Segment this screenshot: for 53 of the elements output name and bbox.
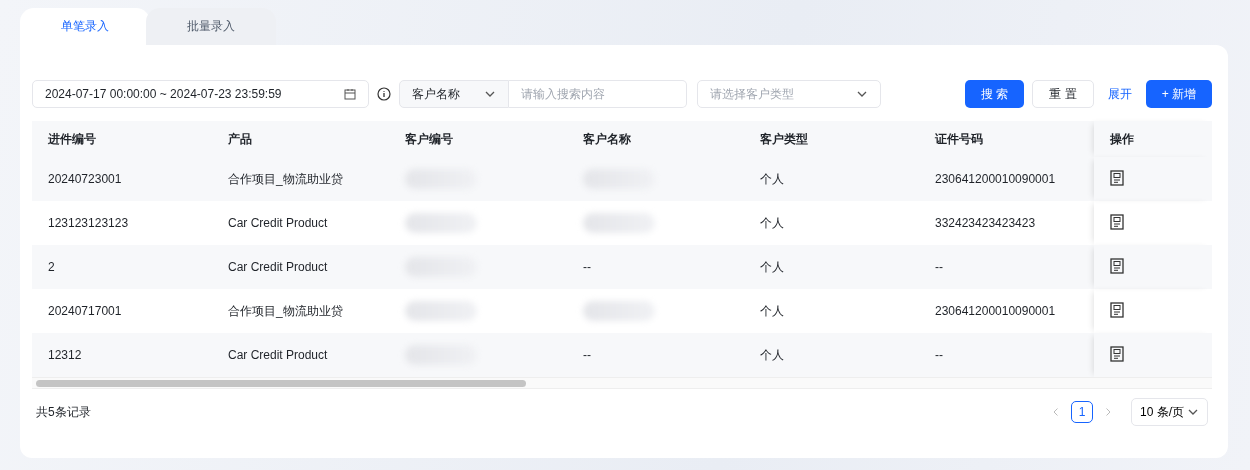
scrollbar-thumb[interactable] (36, 379, 526, 387)
table-cell: Car Credit Product (228, 260, 328, 274)
record-count: 共5条记录 (36, 403, 91, 421)
table-cell: 个人 (760, 259, 784, 274)
table-cell: -- (583, 348, 591, 362)
column-header: 客户名称 (583, 131, 631, 146)
table-cell: 12312 (48, 348, 82, 362)
table-cell: 20240723001 (48, 172, 122, 186)
column-header: 客户编号 (405, 131, 453, 146)
info-icon[interactable] (377, 87, 391, 101)
column-header: 进件编号 (48, 131, 96, 146)
column-header: 产品 (228, 131, 252, 146)
table-cell: 123123123123 (48, 216, 129, 230)
redacted-block (405, 301, 477, 321)
table-cell: 个人 (760, 215, 784, 230)
table-cell: 2 (48, 260, 55, 274)
column-header: 客户类型 (760, 131, 808, 146)
reset-button[interactable]: 重 置 (1032, 80, 1094, 108)
redacted-block (583, 301, 655, 321)
table-cell: 合作项目_物流助业贷 (228, 303, 343, 318)
redacted-block (583, 213, 655, 233)
column-header: 操作 (1110, 131, 1134, 146)
document-icon[interactable] (1110, 213, 1124, 230)
table-cell: 20240717001 (48, 304, 122, 318)
search-field[interactable]: 请输入搜索内容 (509, 80, 687, 108)
page-size-select[interactable]: 10 条/页 (1131, 398, 1208, 426)
expand-link[interactable]: 展开 (1101, 85, 1138, 103)
table-cell: 230641200010090001 (935, 172, 1056, 186)
page-button[interactable]: 1 (1071, 401, 1093, 423)
table-cell: Car Credit Product (228, 348, 328, 362)
search-button[interactable]: 搜 索 (964, 80, 1025, 108)
table-cell: -- (935, 348, 943, 362)
table-cell: -- (583, 260, 591, 274)
document-icon[interactable] (1110, 257, 1124, 274)
tab[interactable]: 单笔录入 (20, 8, 150, 45)
table-cell: 合作项目_物流助业贷 (228, 171, 343, 186)
column-header: 证件号码 (935, 131, 983, 146)
table-cell: 230641200010090001 (935, 304, 1056, 318)
date-range-field[interactable]: 2024-07-17 00:00:00 ~ 2024-07-23 23:59:59 (32, 80, 369, 108)
document-icon[interactable] (1110, 301, 1124, 318)
calendar-icon (344, 88, 356, 100)
table-cell: 个人 (760, 171, 784, 186)
document-icon[interactable] (1110, 345, 1124, 362)
redacted-block (405, 213, 477, 233)
table-cell: 个人 (760, 303, 784, 318)
tab[interactable]: 批量录入 (146, 8, 276, 45)
table-cell: -- (935, 260, 943, 274)
table-cell: Car Credit Product (228, 216, 328, 230)
add-button[interactable]: + 新增 (1145, 80, 1212, 108)
table-cell: 332423423423423 (935, 216, 1036, 230)
field-select[interactable]: 客户名称 (399, 80, 509, 108)
table-cell: 个人 (760, 347, 784, 362)
document-icon[interactable] (1110, 169, 1124, 186)
